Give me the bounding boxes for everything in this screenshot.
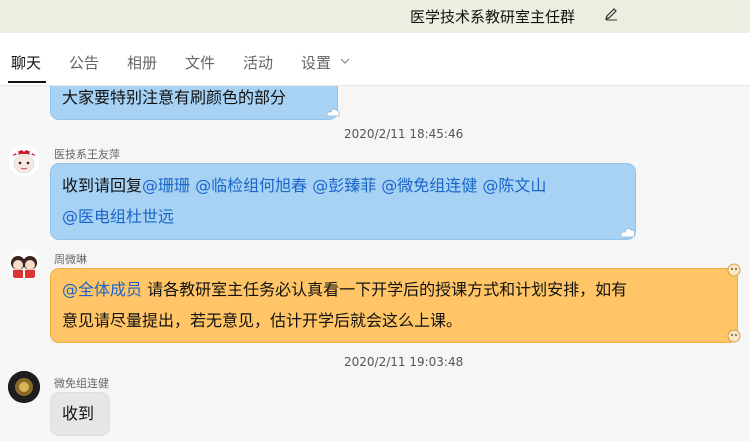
sender-name: 微免组连健 <box>54 377 109 390</box>
tab-files[interactable]: 文件 <box>185 52 215 73</box>
message-bubble[interactable]: @全体成员 请各教研室主任务必认真看一下开学后的授课方式和计划安排，如有 意见请… <box>50 263 741 343</box>
chevron-down-icon[interactable] <box>340 58 350 65</box>
message-line-2: 意见请尽量提出，若无意见，估计开学后就会这么上课。 <box>62 306 462 336</box>
message-line-2: @医电组杜世远 <box>62 202 174 232</box>
tab-settings[interactable]: 设置 <box>301 52 331 73</box>
active-tab-indicator <box>8 81 46 83</box>
tab-bar: 聊天 公告 相册 文件 活动 设置 <box>0 33 750 86</box>
message-text: 大家要特别注意有刷颜色的部分 <box>62 88 287 107</box>
sender-name: 周微琳 <box>54 253 87 266</box>
avatar[interactable] <box>8 144 40 176</box>
message-text: 收到请回复 <box>62 176 143 195</box>
avatar-image <box>8 144 40 176</box>
message-text: 意见请尽量提出，若无意见，估计开学后就会这么上课。 <box>62 311 463 330</box>
sticker-decoration-icon <box>727 329 741 343</box>
avatar[interactable] <box>8 249 40 281</box>
message-line-1: @全体成员 请各教研室主任务必认真看一下开学后的授课方式和计划安排，如有 <box>62 275 627 305</box>
tab-activity[interactable]: 活动 <box>243 52 273 73</box>
timestamp: 2020/2/11 19:03:48 <box>344 355 464 369</box>
message-bubble[interactable]: 收到请回复@珊珊 @临检组何旭春 @彭臻菲 @微免组连健 @陈文山 @医电组杜世… <box>50 163 636 240</box>
message-text: 收到 <box>62 404 95 423</box>
group-title: 医学技术系教研室主任群 <box>410 8 576 26</box>
mention-link[interactable]: @医电组杜世远 <box>62 207 174 226</box>
avatar-image <box>8 371 40 403</box>
title-bar: 医学技术系教研室主任群 <box>0 0 750 33</box>
sticker-decoration-icon <box>727 263 741 277</box>
message-text: 请各教研室主任务必认真看一下开学后的授课方式和计划安排，如有 <box>142 280 628 299</box>
sender-name: 医技系王友萍 <box>54 148 120 161</box>
message-line-1: 收到请回复@珊珊 @临检组何旭春 @彭臻菲 @微免组连健 @陈文山 <box>62 171 546 201</box>
timestamp: 2020/2/11 18:45:46 <box>344 127 464 141</box>
mention-all-link[interactable]: @全体成员 <box>62 280 142 299</box>
avatar-image <box>8 249 40 281</box>
cloud-decoration-icon <box>620 228 635 238</box>
message-bubble[interactable]: 收到 <box>50 392 110 436</box>
tab-album[interactable]: 相册 <box>127 52 157 73</box>
avatar[interactable] <box>8 371 40 403</box>
tab-chat[interactable]: 聊天 <box>11 52 41 73</box>
cloud-decoration-icon <box>326 108 340 117</box>
mention-link[interactable]: @珊珊 @临检组何旭春 @彭臻菲 @微免组连健 @陈文山 <box>142 176 546 195</box>
tab-announcement[interactable]: 公告 <box>69 52 99 73</box>
message-bubble[interactable]: 大家要特别注意有刷颜色的部分 <box>50 86 340 120</box>
chat-area[interactable]: 大家要特别注意有刷颜色的部分 2020/2/11 18:45:46 医技系王友萍… <box>0 86 750 441</box>
edit-icon[interactable] <box>604 7 618 21</box>
